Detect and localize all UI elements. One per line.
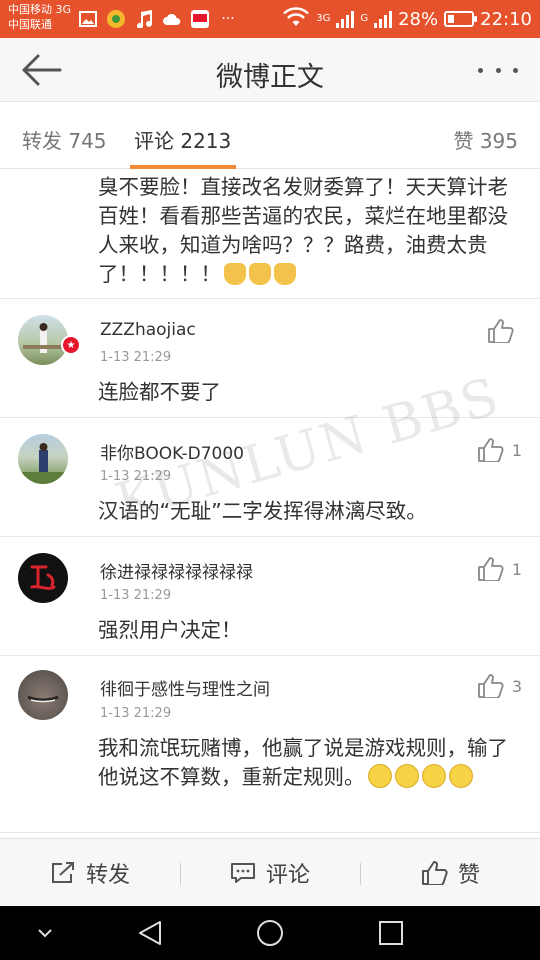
home-nav-button[interactable]	[255, 919, 285, 947]
verified-badge-icon: ★	[61, 335, 81, 355]
more-dots-icon	[478, 67, 483, 73]
separator	[360, 863, 361, 885]
comment-list[interactable]: 臭不要脸！直接改名发财委算了！天天算计老百姓！看看那些苦逼的农民，菜烂在地里都没…	[0, 170, 540, 838]
thumbs-up-icon	[422, 861, 448, 885]
more-notifications-icon: ···	[221, 11, 235, 27]
comment-button[interactable]: 评论	[230, 839, 310, 907]
thinking-emoji-icon	[448, 764, 473, 788]
comment-body: 我和流氓玩赌博，他赢了说是游戏规则，输了他说这不算数，重新定规则。	[98, 734, 518, 792]
comment-time: 1-13 21:29	[100, 588, 172, 603]
music-note-icon	[134, 9, 154, 29]
thumbs-down-emoji-icon	[224, 263, 246, 285]
wifi-icon	[282, 6, 310, 32]
username[interactable]: 徐进禄禄禄禄禄禄禄	[100, 558, 253, 583]
carrier-labels: 中国移动 3G 中国联通	[8, 2, 71, 32]
repost-button[interactable]: 转发	[50, 839, 130, 907]
tab-comment[interactable]: 评论 2213	[134, 125, 231, 154]
separator	[180, 863, 181, 885]
thinking-emoji-icon	[394, 764, 419, 788]
comment-body: 臭不要脸！直接改名发财委算了！天天算计老百姓！看看那些苦逼的农民，菜烂在地里都没…	[98, 173, 518, 289]
clover-icon	[106, 9, 126, 29]
recent-apps-button[interactable]	[376, 919, 406, 947]
network-type-1: 3G	[316, 13, 331, 24]
carrier-1: 中国移动 3G	[8, 3, 72, 16]
tab-like[interactable]: 赞 395	[453, 125, 518, 154]
comment-item: 徘徊于感性与理性之间 1-13 21:29 我和流氓玩赌博，他赢了说是游戏规则，…	[0, 656, 540, 832]
comment-icon	[231, 863, 255, 883]
active-tab-indicator	[130, 165, 236, 169]
app-icon	[190, 9, 210, 29]
avatar[interactable]	[18, 315, 68, 365]
like-post-button[interactable]: 赞	[422, 839, 480, 907]
notification-icons: ···	[78, 8, 238, 30]
back-nav-button[interactable]	[136, 919, 166, 947]
like-label: 赞	[458, 863, 481, 888]
thumbs-up-icon	[477, 438, 504, 462]
cloud-icon	[162, 9, 182, 29]
status-right: 3G G 28% 22:10	[282, 6, 532, 32]
circle-home-icon	[257, 920, 283, 946]
battery-level	[448, 15, 455, 23]
comment-label: 评论	[266, 863, 311, 888]
signal-icon-1	[336, 10, 355, 28]
battery-percent: 28%	[398, 8, 439, 30]
image-icon	[78, 9, 98, 29]
signal-icon-2	[374, 10, 393, 28]
page-title: 微博正文	[216, 62, 324, 93]
hide-nav-button[interactable]	[30, 919, 60, 947]
thumbs-up-icon	[477, 674, 504, 698]
like-count: 1	[511, 559, 522, 579]
comment-time: 1-13 21:29	[100, 350, 172, 365]
thinking-emoji-icon	[367, 764, 392, 788]
divider	[0, 832, 540, 833]
header: 微博正文	[0, 38, 540, 102]
action-bar: 转发 评论 赞	[0, 838, 540, 906]
chevron-down-icon	[38, 929, 52, 938]
tab-bar: 转发 745 评论 2213 赞 395	[0, 103, 540, 169]
like-button[interactable]: 1	[477, 438, 522, 462]
comment-text: 臭不要脸！直接改名发财委算了！天天算计老百姓！看看那些苦逼的农民，菜烂在地里都没…	[98, 175, 508, 286]
status-bar: 中国移动 3G 中国联通 ··· 3G G 28% 22:10	[0, 0, 540, 38]
comment-text: 强烈用户决定！	[98, 618, 242, 642]
repost-label: 转发	[86, 863, 131, 888]
avatar[interactable]	[18, 670, 68, 720]
avatar[interactable]	[18, 553, 68, 603]
thumbs-down-emoji-icon	[249, 263, 271, 285]
thumbs-down-emoji-icon	[274, 263, 296, 285]
username[interactable]: 徘徊于感性与理性之间	[100, 675, 270, 700]
clock: 22:10	[480, 8, 532, 30]
like-button[interactable]: 3	[477, 674, 522, 698]
thumbs-up-icon	[488, 319, 514, 343]
comment-time: 1-13 21:29	[100, 706, 172, 721]
triangle-back-icon	[139, 921, 161, 945]
comment-text: 我和流氓玩赌博，他赢了说是游戏规则，输了他说这不算数，重新定规则。	[98, 736, 508, 789]
carrier-2: 中国联通	[8, 18, 52, 31]
like-button[interactable]	[488, 319, 522, 343]
username[interactable]: ZZZhaojiac	[100, 320, 196, 340]
thumbs-up-icon	[477, 557, 504, 581]
avatar[interactable]	[18, 434, 68, 484]
battery-icon	[444, 11, 478, 27]
like-count: 3	[511, 676, 522, 696]
tab-repost[interactable]: 转发 745	[22, 125, 107, 154]
network-type-2: G	[360, 13, 369, 24]
like-button[interactable]: 1	[477, 557, 522, 581]
like-count: 1	[511, 440, 522, 460]
more-button[interactable]	[478, 60, 518, 80]
thinking-emoji-icon	[421, 764, 446, 788]
share-icon	[52, 862, 74, 883]
square-recents-icon	[379, 921, 403, 945]
comment-item: 徐进禄禄禄禄禄禄禄 1-13 21:29 强烈用户决定！ 1	[0, 537, 540, 655]
system-nav-bar	[0, 906, 540, 960]
